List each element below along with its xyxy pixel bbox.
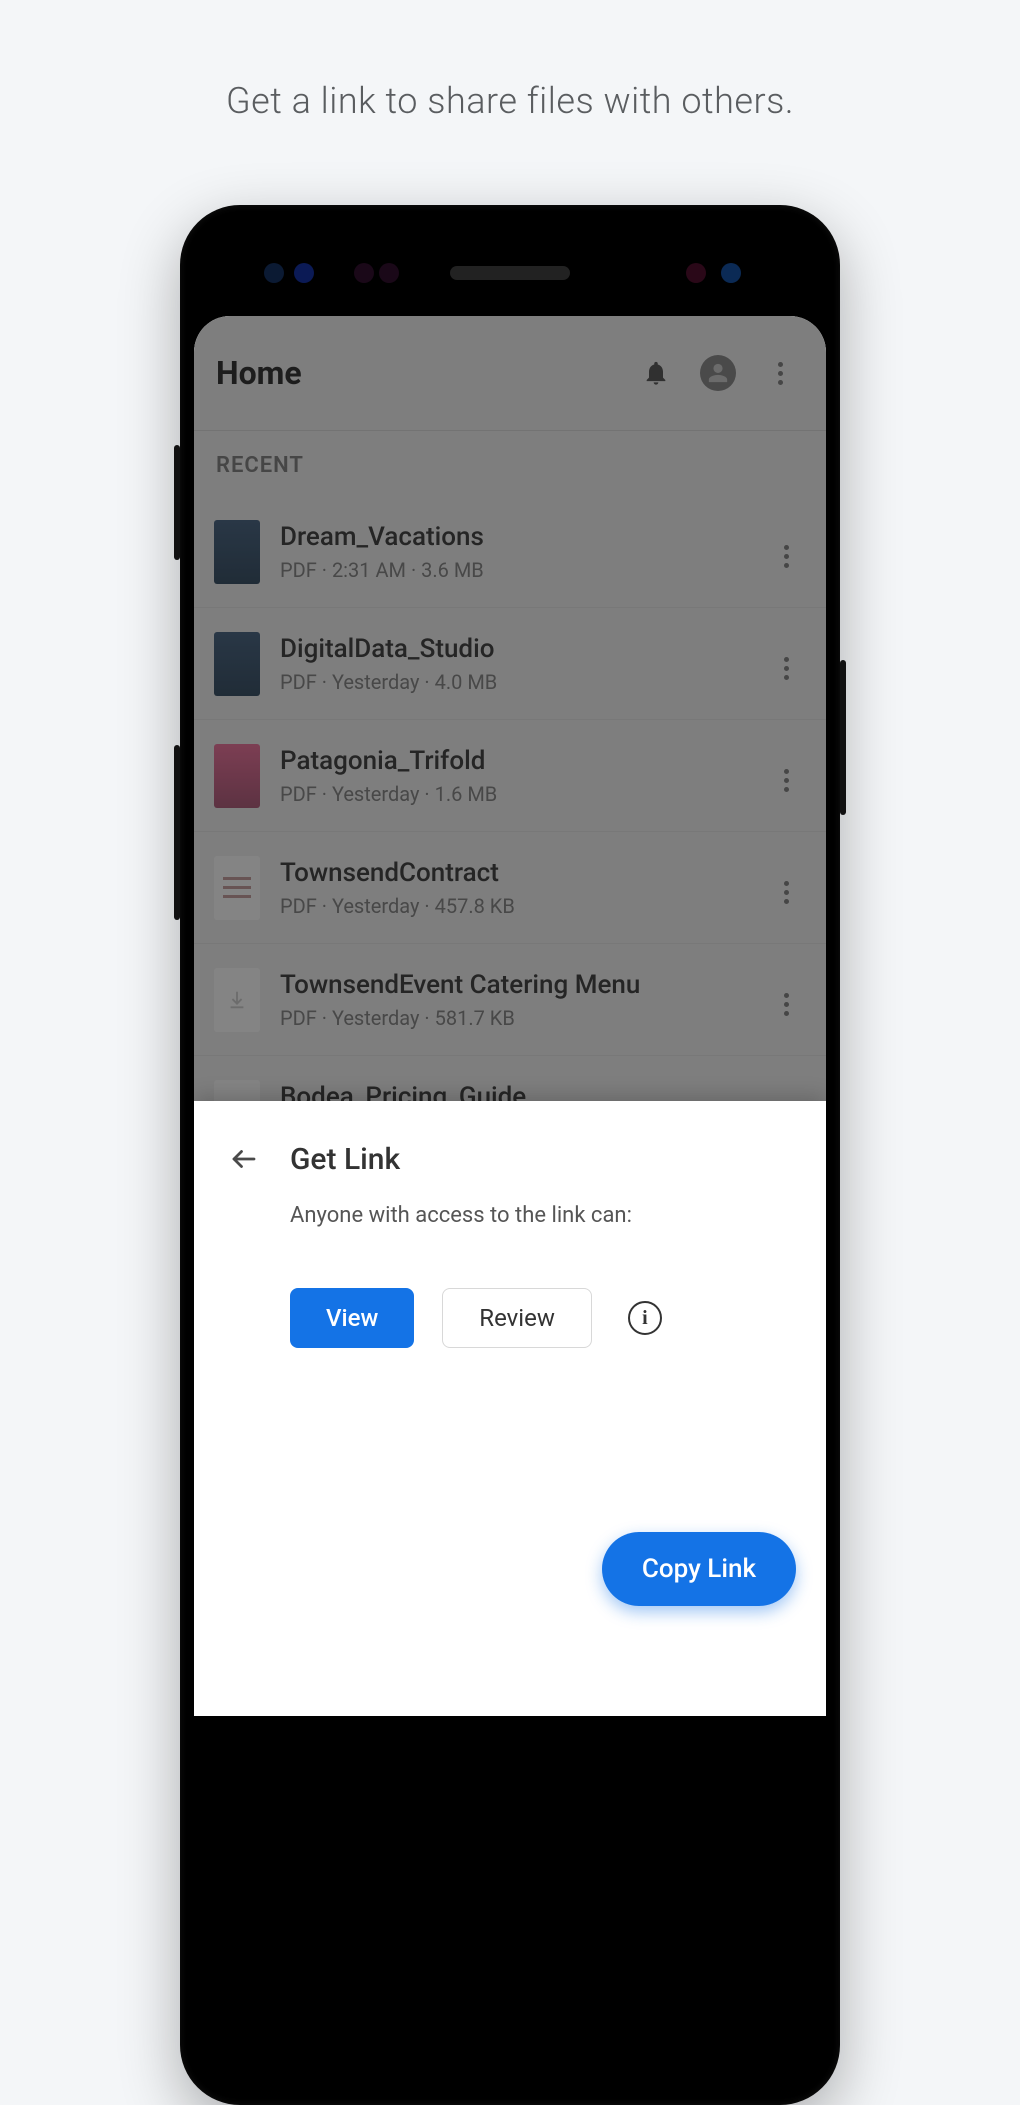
view-option-button[interactable]: View (290, 1288, 414, 1348)
file-thumbnail (214, 968, 260, 1032)
more-vertical-icon (784, 993, 789, 1016)
download-icon (226, 989, 248, 1011)
file-info: DigitalData_Studio PDF · Yesterday · 4.0 … (280, 634, 746, 694)
more-vertical-icon (784, 881, 789, 904)
permission-options: View Review i (290, 1288, 796, 1348)
file-overflow-button[interactable] (766, 647, 806, 680)
app-header: Home (194, 316, 826, 431)
review-option-button[interactable]: Review (442, 1288, 592, 1348)
file-meta: PDF · Yesterday · 1.6 MB (280, 782, 746, 806)
file-info: TownsendContract PDF · Yesterday · 457.8 … (280, 858, 746, 918)
file-thumbnail (214, 632, 260, 696)
profile-button[interactable] (694, 349, 742, 397)
file-name: Dream_Vacations (280, 522, 746, 552)
notifications-button[interactable] (632, 349, 680, 397)
more-vertical-icon (784, 545, 789, 568)
more-vertical-icon (784, 769, 789, 792)
phone-screen: Home RECENT Dream_VacationsPDF · 2:3 (194, 316, 826, 1716)
phone-side-button (840, 660, 846, 815)
avatar-icon (700, 355, 736, 391)
file-name: DigitalData_Studio (280, 634, 746, 664)
file-info: Dream_Vacations PDF · 2:31 AM · 3.6 MB (280, 522, 746, 582)
bell-icon (642, 359, 670, 387)
file-overflow-button[interactable] (766, 535, 806, 568)
file-list: Dream_Vacations PDF · 2:31 AM · 3.6 MB Dig… (194, 496, 826, 1168)
file-name: TownsendEvent Catering Menu (280, 970, 746, 1000)
phone-top-bezel (194, 221, 826, 316)
section-header-recent: RECENT (194, 431, 826, 496)
get-link-bottom-sheet: Get Link Anyone with access to the link … (194, 1101, 826, 1716)
file-row[interactable]: Dream_Vacations PDF · 2:31 AM · 3.6 MB (194, 496, 826, 608)
file-row[interactable]: TownsendContract PDF · Yesterday · 457.8 … (194, 832, 826, 944)
file-thumbnail (214, 520, 260, 584)
page-title: Home (216, 354, 618, 392)
file-name: TownsendContract (280, 858, 746, 888)
phone-frame: Home RECENT Dream_VacationsPDF · 2:3 (180, 205, 840, 2105)
file-overflow-button[interactable] (766, 983, 806, 1016)
info-icon: i (642, 1307, 648, 1330)
back-button[interactable] (224, 1139, 264, 1179)
file-meta: PDF · Yesterday · 4.0 MB (280, 670, 746, 694)
phone-side-button (174, 745, 180, 920)
sheet-subtitle: Anyone with access to the link can: (290, 1203, 796, 1228)
file-meta: PDF · 2:31 AM · 3.6 MB (280, 558, 746, 582)
arrow-left-icon (229, 1144, 259, 1174)
phone-side-button (174, 445, 180, 560)
file-row[interactable]: DigitalData_Studio PDF · Yesterday · 4.0 … (194, 608, 826, 720)
file-meta: PDF · Yesterday · 581.7 KB (280, 1006, 746, 1030)
copy-link-button[interactable]: Copy Link (602, 1532, 796, 1606)
file-overflow-button[interactable] (766, 871, 806, 904)
file-info: TownsendEvent Catering Menu PDF · Yesterd… (280, 970, 746, 1030)
file-row[interactable]: TownsendEvent Catering Menu PDF · Yesterd… (194, 944, 826, 1056)
file-row[interactable]: Patagonia_Trifold PDF · Yesterday · 1.6 M… (194, 720, 826, 832)
file-thumbnail (214, 856, 260, 920)
more-vertical-icon (778, 362, 783, 385)
file-name: Patagonia_Trifold (280, 746, 746, 776)
file-info: Patagonia_Trifold PDF · Yesterday · 1.6 M… (280, 746, 746, 806)
file-overflow-button[interactable] (766, 759, 806, 792)
overflow-menu-button[interactable] (756, 349, 804, 397)
promo-caption: Get a link to share files with others. (0, 0, 1020, 122)
more-vertical-icon (784, 657, 789, 680)
sheet-title: Get Link (290, 1142, 400, 1177)
file-thumbnail (214, 744, 260, 808)
file-meta: PDF · Yesterday · 457.8 KB (280, 894, 746, 918)
info-button[interactable]: i (628, 1301, 662, 1335)
